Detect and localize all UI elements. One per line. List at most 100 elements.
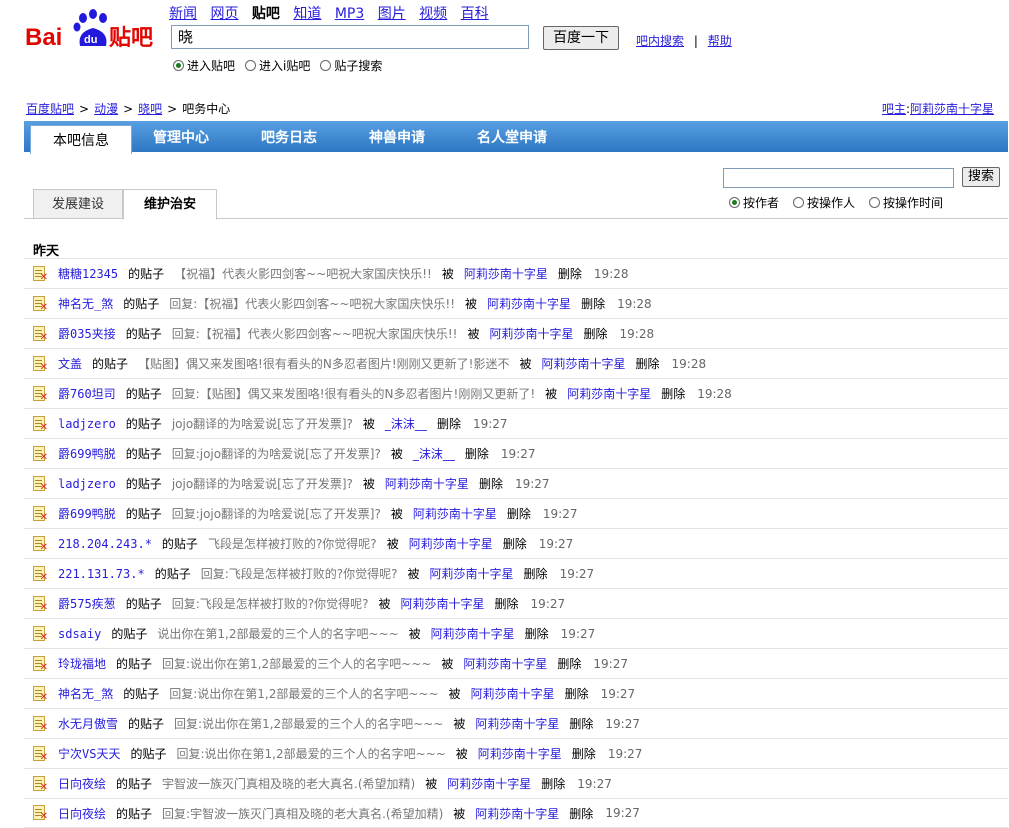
breadcrumb-xiaoba[interactable]: 晓吧 <box>138 102 162 116</box>
by-label: 被 <box>441 267 454 281</box>
by-label: 被 <box>362 417 375 431</box>
of-post-label: 的贴子 <box>154 567 191 581</box>
log-search-input[interactable] <box>723 168 954 188</box>
main-search-input[interactable]: 晓 <box>171 25 529 49</box>
tab-mascot-apply[interactable]: 神兽申请 <box>369 127 425 147</box>
operator-link[interactable]: 阿莉莎南十字星 <box>478 745 562 762</box>
post-title: 说出你在第1,2部最爱的三个人的名字吧~~~ <box>157 627 399 641</box>
action-time: 19:27 <box>559 566 595 581</box>
post-author-link[interactable]: 爵760坦司 <box>58 385 116 402</box>
post-title: 回复:jojo翻译的为啥爱说[忘了开发票]? <box>171 447 381 461</box>
operator-link[interactable]: 阿莉莎南十字星 <box>431 625 515 642</box>
post-author-link[interactable]: 糖糖12345 <box>58 265 118 282</box>
nav-video[interactable]: 视频 <box>419 6 447 22</box>
radio-enter-tieba[interactable] <box>173 60 184 71</box>
operator-link[interactable]: _沫沫__ <box>413 445 455 462</box>
action-label: 删除 <box>564 687 589 701</box>
post-title: 回复:说出你在第1,2部最爱的三个人的名字吧~~~ <box>162 657 432 671</box>
post-author-link[interactable]: 爵575疾葱 <box>58 595 116 612</box>
operator-link[interactable]: 阿莉莎南十字星 <box>541 355 625 372</box>
post-title: 回复:宇智波一族灭门真相及晓的老大真名.(希望加精) <box>162 806 444 821</box>
search-mode-radios: 进入贴吧 进入i贴吧 贴子搜索 <box>173 57 382 74</box>
help-link[interactable]: 帮助 <box>708 34 732 48</box>
post-author-link[interactable]: 爵035夹接 <box>58 325 116 342</box>
breadcrumb: 百度贴吧 > 动漫 > 晓吧 > 吧务中心 <box>26 100 230 117</box>
post-author-link[interactable]: 宁次VS天天 <box>58 745 120 762</box>
radio-by-author[interactable] <box>729 197 740 208</box>
post-author-link[interactable]: 221.131.73.* <box>58 567 145 581</box>
baidu-tieba-logo[interactable]: Bai du 贴吧 <box>25 6 161 52</box>
by-label: 被 <box>386 537 399 551</box>
of-post-label: 的贴子 <box>130 747 167 761</box>
baidu-search-button[interactable]: 百度一下 <box>543 26 619 50</box>
owner-name[interactable]: 阿莉莎南十字星 <box>910 102 994 116</box>
post-author-link[interactable]: ladjzero <box>58 477 116 491</box>
post-author-link[interactable]: 水无月傲雪 <box>58 715 118 732</box>
radio-by-time[interactable] <box>869 197 881 208</box>
operator-link[interactable]: 阿莉莎南十字星 <box>463 655 547 672</box>
operator-link[interactable]: 阿莉莎南十字星 <box>487 295 571 312</box>
post-author-link[interactable]: 日向夜绘 <box>58 805 106 822</box>
post-title: 宇智波一族灭门真相及晓的老大真名.(希望加精) <box>162 777 416 791</box>
post-author-link[interactable]: sdsaiy <box>58 627 101 641</box>
inner-search-link[interactable]: 吧内搜索 <box>636 34 684 48</box>
operator-link[interactable]: 阿莉莎南十字星 <box>385 475 469 492</box>
nav-images[interactable]: 图片 <box>378 6 406 22</box>
log-row: ✕ ladjzero 的贴子 jojo翻译的为啥爱说[忘了开发票]? 被 _沫沫__ 删除 1… <box>24 408 1008 438</box>
action-time: 19:27 <box>472 416 508 431</box>
owner-label[interactable]: 吧主 <box>882 102 906 116</box>
of-post-label: 的贴子 <box>92 357 129 371</box>
nav-news[interactable]: 新闻 <box>169 6 197 22</box>
radio-post-search[interactable] <box>320 60 332 71</box>
operator-link[interactable]: 阿莉莎南十字星 <box>447 775 531 792</box>
deleted-post-icon: ✕ <box>33 415 48 432</box>
post-author-link[interactable]: ladjzero <box>58 417 116 431</box>
operator-link[interactable]: 阿莉莎南十字星 <box>430 565 514 582</box>
operator-link[interactable]: 阿莉莎南十字星 <box>475 715 559 732</box>
radio-by-operator[interactable] <box>793 197 805 208</box>
post-author-link[interactable]: 玲珑福地 <box>58 655 106 672</box>
breadcrumb-tieba[interactable]: 百度贴吧 <box>26 102 74 116</box>
operator-link[interactable]: _沫沫__ <box>385 415 427 432</box>
tab-management-center[interactable]: 管理中心 <box>153 127 209 147</box>
tab-bar-info[interactable]: 本吧信息 <box>30 125 132 154</box>
operator-link[interactable]: 阿莉莎南十字星 <box>490 325 574 342</box>
post-author-link[interactable]: 爵699鸭脱 <box>58 445 116 462</box>
post-title: 飞段是怎样被打败的?你觉得呢? <box>207 537 377 551</box>
operator-link[interactable]: 阿莉莎南十字星 <box>471 685 555 702</box>
operator-link[interactable]: 阿莉莎南十字星 <box>413 505 497 522</box>
breadcrumb-anime[interactable]: 动漫 <box>94 102 118 116</box>
nav-baike[interactable]: 百科 <box>461 6 489 22</box>
post-title: jojo翻译的为啥爱说[忘了开发票]? <box>171 417 353 431</box>
operator-link[interactable]: 阿莉莎南十字星 <box>567 385 651 402</box>
log-row: ✕ 神名无_煞 的贴子 回复:说出你在第1,2部最爱的三个人的名字吧~~~ 被阿莉莎南十… <box>24 678 1008 708</box>
action-time: 19:28 <box>593 266 629 281</box>
nav-tieba[interactable]: 贴吧 <box>252 6 280 22</box>
log-search-button[interactable]: 搜索 <box>962 167 1000 187</box>
post-title: 回复:说出你在第1,2部最爱的三个人的名字吧~~~ <box>176 747 446 761</box>
nav-zhidao[interactable]: 知道 <box>293 6 321 22</box>
deleted-post-icon: ✕ <box>33 475 48 492</box>
deleted-post-icon: ✕ <box>33 295 48 312</box>
post-author-link[interactable]: 218.204.243.* <box>58 537 152 551</box>
log-search-radios: 按作者 按操作人 按操作时间 <box>729 194 943 211</box>
operator-link[interactable]: 阿莉莎南十字星 <box>464 265 548 282</box>
post-author-link[interactable]: 爵699鸭脱 <box>58 505 116 522</box>
nav-mp3[interactable]: MP3 <box>335 6 364 22</box>
nav-web[interactable]: 网页 <box>210 6 238 22</box>
post-author-link[interactable]: 神名无_煞 <box>58 295 113 312</box>
tab-development[interactable]: 发展建设 <box>33 189 123 219</box>
tab-maintain-order[interactable]: 维护治安 <box>123 189 217 220</box>
radio-enter-itieba[interactable] <box>245 60 257 71</box>
operator-link[interactable]: 阿莉莎南十字星 <box>475 805 559 822</box>
tab-admin-log[interactable]: 吧务日志 <box>261 127 317 147</box>
tab-hall-of-fame-apply[interactable]: 名人堂申请 <box>477 127 547 147</box>
operator-link[interactable]: 阿莉莎南十字星 <box>409 535 493 552</box>
post-author-link[interactable]: 文盖 <box>58 355 82 372</box>
post-author-link[interactable]: 日向夜绘 <box>58 775 106 792</box>
action-time: 19:27 <box>560 626 596 641</box>
action-time: 19:28 <box>697 386 732 401</box>
breadcrumb-current: 吧务中心 <box>182 102 231 116</box>
operator-link[interactable]: 阿莉莎南十字星 <box>401 595 485 612</box>
post-author-link[interactable]: 神名无_煞 <box>58 685 113 702</box>
